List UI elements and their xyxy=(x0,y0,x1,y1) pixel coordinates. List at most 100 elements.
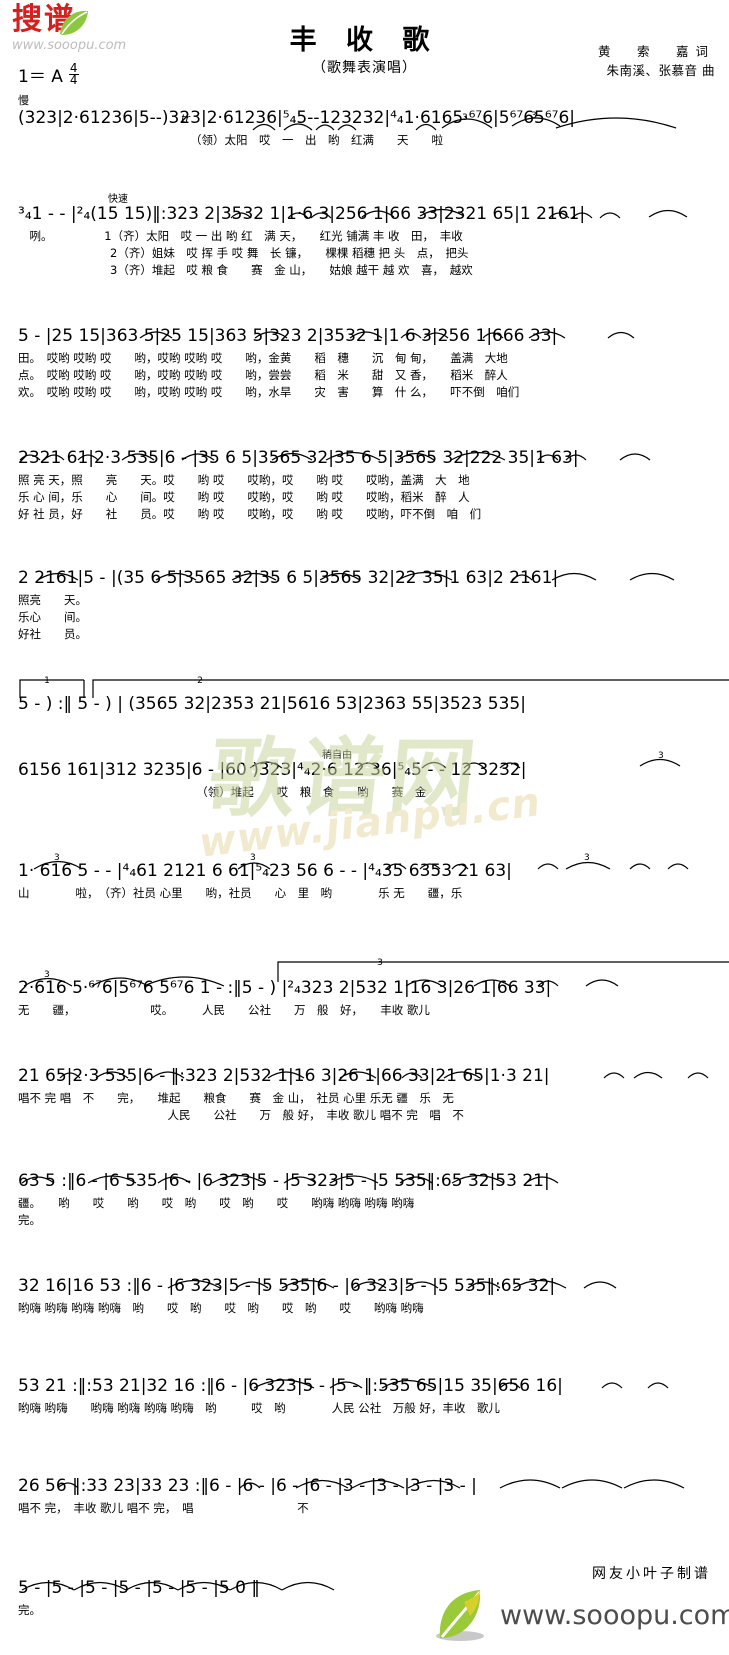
notes-text: ³₄1 - - |²₄(15 15)‖:323 2|3532 1|1·6 3|2… xyxy=(18,204,586,224)
notes-text: 1· 616 5 - - |⁴₄61 2121 6 61|⁵₄23 56 6 -… xyxy=(18,861,512,881)
time-denominator: 4 xyxy=(69,73,78,87)
lyrics-line-1: 唱不 完， 丰收 歌儿 唱不 完， 唱 不 xyxy=(0,1500,729,1517)
notes-line: 2321 61|2·3 535|6 - |35 6 5|3565 32|35 6… xyxy=(0,448,729,472)
lyrics-line-2: 点。 哎哟 哎哟 哎 哟，哎哟 哎哟 哎 哟，尝尝 稻 米 甜 又 香， 稻米 … xyxy=(0,367,729,384)
lyrics-line-3: 好社 员。 xyxy=(0,626,729,643)
system-9: 3 3 2·616 5·⁶⁷6|5⁶⁷6 5⁶⁷6 1 - :‖5 - ) |²… xyxy=(0,950,729,1019)
footer-url-text: www.sooopu.com xyxy=(500,1600,729,1631)
volta-3-label: 3 xyxy=(377,958,383,968)
lyricist-credit: 黄 索 嘉词 xyxy=(597,44,715,59)
notes-line: 6156 161|312 3235|6 - |60 )323|⁴₄2·6 12 … xyxy=(0,760,729,784)
lyrics-line-1: 哟嗨 哟嗨 哟嗨 哟嗨 哟 哎 哟 哎 哟 哎 哟 哎 哟嗨 哟嗨 xyxy=(0,1300,729,1317)
composer-credit: 朱南溪、张慕音 曲 xyxy=(606,63,715,78)
lyrics-line-3: 3（齐）堆起 哎 粮 食 赛 金 山， 姑娘 越干 越 欢 喜， 越欢 xyxy=(0,262,729,279)
notes-line: 5 - ) :‖ 5 - ) | (3565 32|2353 21|5616 5… xyxy=(0,694,729,718)
notes-line: ³₄1 - - |²₄(15 15)‖:323 2|3532 1|1·6 3|2… xyxy=(0,204,729,228)
lyric-text: 点。 哎哟 哎哟 哎 哟，哎哟 哎哟 哎 哟，尝尝 稻 米 甜 又 香， 稻米 … xyxy=(18,368,508,382)
lyrics-line-1: 无 疆， 哎。 人民 公社 万 般 好， 丰收 歌儿 xyxy=(0,1002,729,1019)
notes-line: 63 5 :‖6 - |6 535 |6 - |6 323|5 - |5 323… xyxy=(0,1171,729,1195)
lyric-text: 欢。 哎哟 哎哟 哎 哟，哎哟 哎哟 哎 哟，水旱 灾 害 算 什 么， 吓不倒… xyxy=(18,385,520,399)
lyric-text: 完。 xyxy=(18,1603,41,1617)
system-2: 快速 ³₄1 - - |²₄(15 15)‖:323 2|3532 1|1·6 … xyxy=(0,192,729,279)
lyric-text: 2（齐）姐妹 哎 挥 手 哎 舞 长 镰， 棵棵 稻穗 把 头 点， 把头 xyxy=(18,246,469,260)
lyric-text: 疆。 哟 哎 哟 哎 哟 哎 哟 哎 哟嗨 哟嗨 哟嗨 哟嗨 xyxy=(18,1196,415,1210)
lyrics-line-1: 咧。 1（齐）太阳 哎 一 出 哟 红 满 天， 红光 铺满 丰 收 田， 丰收 xyxy=(0,228,729,245)
lyrics-line-2: 2（齐）姐妹 哎 挥 手 哎 舞 长 镰， 棵棵 稻穗 把 头 点， 把头 xyxy=(0,245,729,262)
lyric-text: （领）堆起 哎 粮 食 哟 赛 金 xyxy=(18,785,427,799)
lyrics-line-1: 山 啦， （齐）社员 心里 哟，社员 心 里 哟 乐 无 疆，乐 xyxy=(0,885,729,902)
system-3: 5 - |25 15|363 5|25 15|363 5|323 2|3532 … xyxy=(0,320,729,401)
notes-line: 26 56 ‖:33 23|33 23 :‖6 - |6 - |6 - |6 -… xyxy=(0,1476,729,1500)
notes-text: 2 2161|5 - |(35 6 5|3565 32|35 6 5|3565 … xyxy=(18,568,559,588)
notes-line: 2 2161|5 - |(35 6 5|3565 32|35 6 5|3565 … xyxy=(0,568,729,592)
notes-text: 2321 61|2·3 535|6 - |35 6 5|3565 32|35 6… xyxy=(18,448,579,468)
credits: 黄 索 嘉词 朱南溪、张慕音 曲 xyxy=(598,42,715,80)
time-signature: 4 4 xyxy=(68,62,79,87)
notes-line: 32 16|16 53 :‖6 - |6 323|5 - |5 535|6 - … xyxy=(0,1276,729,1300)
volta-2-label: 2 xyxy=(197,676,203,686)
lyric-text: 田。 哎哟 哎哟 哎 哟，哎哟 哎哟 哎 哟，金黄 稻 穗 沉 甸 甸， 盖满 … xyxy=(18,351,508,365)
notes-line: 53 21 :‖:53 21|32 16 :‖6 - |6 323|5 - |5… xyxy=(0,1376,729,1400)
footer-sooopu-logo[interactable]: www.sooopu.com xyxy=(430,1588,729,1644)
lyric-text: 完。 xyxy=(18,1213,41,1227)
lyrics-line-2: 完。 xyxy=(0,1212,729,1229)
tempo-marking-slow: 慢 xyxy=(18,94,29,107)
lyric-text: 好社 员。 xyxy=(18,627,87,641)
lyrics-line-3: 欢。 哎哟 哎哟 哎 哟，哎哟 哎哟 哎 哟，水旱 灾 害 算 什 么， 吓不倒… xyxy=(0,384,729,401)
notes-text: 5 - |5 - |5 - |5 - |5 - |5 - |5 0 ‖ xyxy=(18,1578,260,1598)
lyric-text: 照亮 天。 xyxy=(18,593,87,607)
leaf-icon xyxy=(60,10,88,35)
system-12: 32 16|16 53 :‖6 - |6 323|5 - |5 535|6 - … xyxy=(0,1268,729,1317)
lyric-text: 乐心 间。 xyxy=(18,610,87,624)
lyric-text: 唱不 完， 丰收 歌儿 唱不 完， 唱 不 xyxy=(18,1501,309,1515)
lyric-text: 哟嗨 哟嗨 哟嗨 哟嗨 哟 哎 哟 哎 哟 哎 哟 哎 哟嗨 哟嗨 xyxy=(18,1301,424,1315)
system-13: 53 21 :‖:53 21|32 16 :‖6 - |6 323|5 - |5… xyxy=(0,1368,729,1417)
notes-text: 5 - |25 15|363 5|25 15|363 5|323 2|3532 … xyxy=(18,326,558,346)
lyric-text: 哟嗨 哟嗨 哟嗨 哟嗨 哟嗨 哟嗨 哟 哎 哟 人民 公社 万般 好，丰收 歌儿 xyxy=(18,1401,500,1415)
notes-line: 2·616 5·⁶⁷6|5⁶⁷6 5⁶⁷6 1 - :‖5 - ) |²₄323… xyxy=(0,978,729,1002)
notes-text: 32 16|16 53 :‖6 - |6 323|5 - |5 535|6 - … xyxy=(18,1276,556,1296)
lyrics-line-1: 唱不 完 唱 不 完， 堆起 粮食 赛 金 山， 社员 心里 乐无 疆 乐 无 xyxy=(0,1090,729,1107)
lyric-text: （领）太阳 哎 一 出 哟 红满 天 啦 xyxy=(190,133,443,147)
lyrics-line-3: 好 社 员，好 社 员。哎 哟 哎 哎哟，哎 哟 哎 哎哟，吓不倒 咱 们 xyxy=(0,506,729,523)
system-7: 稍自由 3 6156 161|312 3235|6 - |60 )323|⁴₄2… xyxy=(0,742,729,801)
notes-line: (323|2·61236|5--)323|2·61236|⁵₄5--123232… xyxy=(0,108,729,132)
notes-text: 21 65|2·3 535|6 - ‖:323 2|532 1|16 3|26 … xyxy=(18,1066,550,1086)
system-10: 21 65|2·3 535|6 - ‖:323 2|532 1|16 3|26 … xyxy=(0,1058,729,1124)
notes-text: 63 5 :‖6 - |6 535 |6 - |6 323|5 - |5 323… xyxy=(18,1171,550,1191)
lyrics-line-1: 田。 哎哟 哎哟 哎 哟，哎哟 哎哟 哎 哟，金黄 稻 穗 沉 甸 甸， 盖满 … xyxy=(0,350,729,367)
system-14: 26 56 ‖:33 23|33 23 :‖6 - |6 - |6 - |6 -… xyxy=(0,1468,729,1517)
lyrics-line-1: 哟嗨 哟嗨 哟嗨 哟嗨 哟嗨 哟嗨 哟 哎 哟 人民 公社 万般 好，丰收 歌儿 xyxy=(0,1400,729,1417)
system-5: 2 2161|5 - |(35 6 5|3565 32|35 6 5|3565 … xyxy=(0,560,729,643)
lyric-text: 无 疆， 哎。 人民 公社 万 般 好， 丰收 歌儿 xyxy=(18,1003,430,1017)
notes-text: 53 21 :‖:53 21|32 16 :‖6 - |6 323|5 - |5… xyxy=(18,1376,563,1396)
system-11: 63 5 :‖6 - |6 535 |6 - |6 323|5 - |5 323… xyxy=(0,1163,729,1229)
lyric-text: 人民 公社 万 般 好， 丰收 歌儿 唱不 完 唱 不 xyxy=(18,1108,464,1122)
notes-line: 5 - |25 15|363 5|25 15|363 5|323 2|3532 … xyxy=(0,326,729,350)
lyrics-line-1: 照 亮 天，照 亮 天。哎 哟 哎 哎哟，哎 哟 哎 哎哟，盖满 大 地 xyxy=(0,472,729,489)
lyrics-line-2: 人民 公社 万 般 好， 丰收 歌儿 唱不 完 唱 不 xyxy=(0,1107,729,1124)
lyric-text: 山 啦， （齐）社员 心里 哟，社员 心 里 哟 乐 无 疆，乐 xyxy=(18,886,463,900)
notes-text: 6156 161|312 3235|6 - |60 )323|⁴₄2·6 12 … xyxy=(18,760,527,780)
system-6: 1 2 5 - ) :‖ 5 - ) | (3565 32|2353 21|56… xyxy=(0,672,729,718)
lyric-text: 照 亮 天，照 亮 天。哎 哟 哎 哎哟，哎 哟 哎 哎哟，盖满 大 地 xyxy=(18,473,470,487)
lyrics-line-2: 乐 心 间，乐 心 间。哎 哟 哎 哎哟，哎 哟 哎 哎哟，稻米 醉 人 xyxy=(0,489,729,506)
lyric-text: 3（齐）堆起 哎 粮 食 赛 金 山， 姑娘 越干 越 欢 喜， 越欢 xyxy=(18,263,473,277)
notes-text: (323|2·61236|5--)323|2·61236|⁵₄5--123232… xyxy=(18,108,576,128)
lyric-text: 乐 心 间，乐 心 间。哎 哟 哎 哎哟，哎 哟 哎 哎哟，稻米 醉 人 xyxy=(18,490,470,504)
leaf-icon xyxy=(436,1590,484,1641)
lyrics-line-1: 照亮 天。 xyxy=(0,592,729,609)
lyric-text: 好 社 员，好 社 员。哎 哟 哎 哎哟，哎 哟 哎 哎哟，吓不倒 咱 们 xyxy=(18,507,482,521)
notes-line: 21 65|2·3 535|6 - ‖:323 2|532 1|16 3|26 … xyxy=(0,1066,729,1090)
key-label: 1＝ A xyxy=(18,67,63,87)
system-8: 3 3 3 1· 616 5 - - |⁴₄61 2121 6 61|⁵₄23 … xyxy=(0,845,729,902)
key-signature: 1＝ A 4 4 xyxy=(18,62,79,87)
notes-text: 2·616 5·⁶⁷6|5⁶⁷6 5⁶⁷6 1 - :‖5 - ) |²₄323… xyxy=(18,978,552,998)
lyrics-line: （领）太阳 哎 一 出 哟 红满 天 啦 xyxy=(0,132,729,149)
volta-1-label: 1 xyxy=(44,676,50,686)
system-4: 2321 61|2·3 535|6 - |35 6 5|3565 32|35 6… xyxy=(0,440,729,523)
lyric-text: 咧。 1（齐）太阳 哎 一 出 哟 红 满 天， 红光 铺满 丰 收 田， 丰收 xyxy=(18,229,463,243)
lyrics-line-1: （领）堆起 哎 粮 食 哟 赛 金 xyxy=(0,784,729,801)
notes-text: 5 - ) :‖ 5 - ) | (3565 32|2353 21|5616 5… xyxy=(18,694,526,714)
notes-line: 1· 616 5 - - |⁴₄61 2121 6 61|⁵₄23 56 6 -… xyxy=(0,861,729,885)
